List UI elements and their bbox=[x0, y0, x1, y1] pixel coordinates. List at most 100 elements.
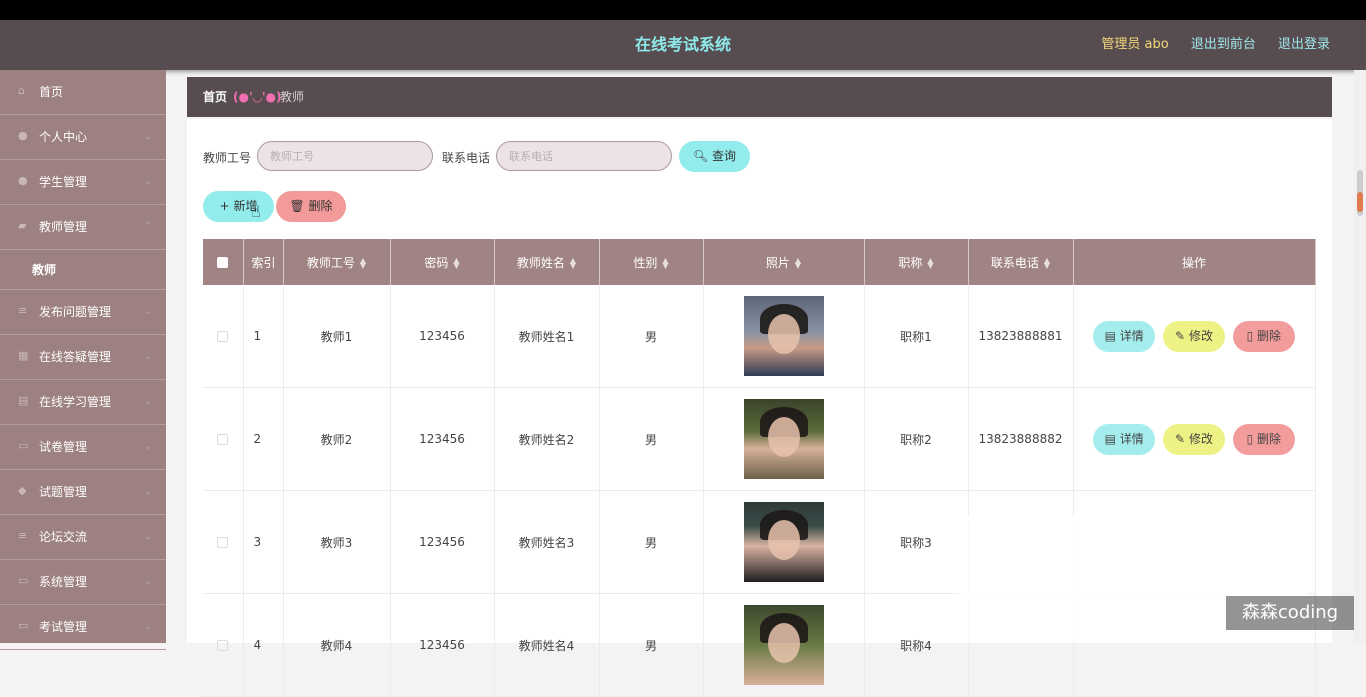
sort-icon[interactable]: ▲ ▼ bbox=[662, 257, 668, 270]
sidebar-item-learning[interactable]: ▤ 在线学习管理 ⌄ bbox=[0, 380, 166, 425]
table-header-row: 索引 教师工号 ▲ ▼ 密码 ▲ ▼ 教师姓名 ▲ ▼ 性别 ▲ ▼ 照片 ▲ ▼ 职称 ▲ ▼ 联系电… bbox=[203, 239, 1316, 285]
sidebar-item-qa[interactable]: ▦ 在线答疑管理 ⌄ bbox=[0, 335, 166, 380]
breadcrumb-home[interactable]: 首页 bbox=[203, 77, 227, 117]
row-checkbox[interactable] bbox=[203, 285, 244, 388]
doc-icon: ▭ bbox=[18, 439, 29, 452]
sort-icon[interactable]: ▲ ▼ bbox=[795, 257, 801, 270]
page-scrollbar[interactable] bbox=[1354, 70, 1366, 643]
sidebar-item-system[interactable]: ▭ 系统管理 ⌄ bbox=[0, 560, 166, 605]
col-teacher-id[interactable]: 教师工号 ▲ ▼ bbox=[283, 239, 391, 285]
sidebar-item-items[interactable]: ◆ 试题管理 ⌄ bbox=[0, 470, 166, 515]
sidebar-item-papers[interactable]: ▭ 试卷管理 ⌄ bbox=[0, 425, 166, 470]
chevron-down-icon: ⌄ bbox=[143, 576, 152, 587]
teacher-id-input[interactable] bbox=[257, 141, 433, 171]
sidebar-item-home[interactable]: ⌂ 首页 bbox=[0, 70, 166, 115]
sidebar-item-teachers[interactable]: ▰ 教师管理 ⌃ bbox=[0, 205, 166, 250]
chevron-down-icon: ⌄ bbox=[143, 441, 152, 452]
delete-button[interactable]: ▯ 删除 bbox=[1232, 423, 1295, 455]
teacher-photo[interactable] bbox=[743, 296, 824, 376]
edit-button[interactable]: ✎ 修改 bbox=[1163, 423, 1225, 455]
tag-icon: ◆ bbox=[18, 484, 27, 497]
chevron-up-icon: ⌃ bbox=[143, 221, 152, 232]
phone-input[interactable] bbox=[496, 141, 672, 171]
list-icon: ≡ bbox=[18, 304, 28, 317]
top-black-strip bbox=[0, 0, 1366, 20]
document-icon: ▤ bbox=[1104, 328, 1116, 343]
breadcrumb-current: 教师 bbox=[280, 90, 305, 104]
teacher-photo[interactable] bbox=[743, 399, 824, 479]
plus-icon: + bbox=[219, 199, 230, 213]
chevron-down-icon: ⌄ bbox=[143, 306, 152, 317]
batch-delete-button[interactable]: 🗑︎ 删除 bbox=[276, 191, 346, 222]
sort-icon[interactable]: ▲ ▼ bbox=[570, 257, 576, 270]
user-icon: ● bbox=[18, 174, 28, 187]
select-all-checkbox[interactable] bbox=[203, 239, 244, 285]
col-index: 索引 bbox=[243, 239, 284, 285]
sidebar: ⌂ 首页 ● 个人中心 ⌄ ● 学生管理 ⌄ ▰ 教师管理 ⌃ 教师 ≡ 发布问… bbox=[0, 70, 166, 650]
row-checkbox[interactable] bbox=[203, 490, 244, 594]
scrollbar-thumb-accent bbox=[1357, 192, 1363, 212]
query-button[interactable]: 🔍︎ 查询 bbox=[679, 141, 750, 172]
breadcrumb-emoticon: (●'◡'●) bbox=[233, 90, 282, 104]
col-title[interactable]: 职称 ▲ ▼ bbox=[864, 239, 969, 285]
watermark: 森森coding bbox=[1226, 596, 1354, 630]
chevron-down-icon: ⌄ bbox=[143, 486, 152, 497]
search-icon: 🔍︎ bbox=[692, 149, 709, 163]
col-photo[interactable]: 照片 ▲ ▼ bbox=[703, 239, 865, 285]
add-button[interactable]: + 新增 bbox=[203, 191, 274, 222]
sort-icon[interactable]: ▲ ▼ bbox=[1044, 257, 1050, 270]
col-password[interactable]: 密码 ▲ ▼ bbox=[390, 239, 495, 285]
row-checkbox[interactable] bbox=[203, 593, 244, 697]
teacher-photo[interactable] bbox=[743, 605, 824, 685]
sidebar-subitem-teacher[interactable]: 教师 bbox=[0, 250, 166, 290]
row-checkbox[interactable] bbox=[203, 387, 244, 491]
col-actions: 操作 bbox=[1073, 239, 1316, 285]
trash-icon: ▯ bbox=[1246, 328, 1254, 343]
col-teacher-name[interactable]: 教师姓名 ▲ ▼ bbox=[494, 239, 600, 285]
app-header: 在线考试系统 管理员 abo 退出到前台 退出登录 bbox=[0, 20, 1366, 70]
briefcase-icon: ▰ bbox=[18, 219, 27, 232]
user-icon: ● bbox=[18, 129, 28, 142]
detail-button[interactable]: ▤ 详情 bbox=[1093, 423, 1156, 455]
back-to-front-link[interactable]: 退出到前台 bbox=[1191, 37, 1256, 52]
mouse-cursor-icon: ☝ bbox=[251, 202, 261, 221]
sidebar-item-forum[interactable]: ≡ 论坛交流 ⌄ bbox=[0, 515, 166, 560]
doc-icon: ▭ bbox=[18, 619, 29, 632]
sidebar-item-questions[interactable]: ≡ 发布问题管理 ⌄ bbox=[0, 290, 166, 335]
table-row: 1 教师1 123456 教师姓名1 男 职称1 13823888881 ▤ 详… bbox=[203, 285, 1316, 388]
teacher-photo[interactable] bbox=[743, 502, 824, 582]
list-icon: ≡ bbox=[18, 529, 28, 542]
admin-name: 管理员 abo bbox=[1101, 37, 1169, 52]
detail-button[interactable]: ▤ 详情 bbox=[1093, 320, 1156, 352]
logout-link[interactable]: 退出登录 bbox=[1278, 37, 1330, 52]
chevron-down-icon: ⌄ bbox=[143, 531, 152, 542]
sidebar-item-exams[interactable]: ▭ 考试管理 ⌄ bbox=[0, 605, 166, 650]
sort-icon[interactable]: ▲ ▼ bbox=[360, 257, 366, 270]
home-icon: ⌂ bbox=[18, 84, 25, 97]
header-actions: 管理员 abo 退出到前台 退出登录 bbox=[1083, 20, 1330, 70]
col-gender[interactable]: 性别 ▲ ▼ bbox=[599, 239, 704, 285]
grid-icon: ▦ bbox=[18, 349, 29, 362]
edit-button[interactable]: ✎ 修改 bbox=[1163, 320, 1225, 352]
breadcrumb: 首页 (●'◡'●) 教师 bbox=[187, 77, 1332, 117]
document-icon: ▤ bbox=[1104, 431, 1116, 446]
pencil-icon: ✎ bbox=[1175, 431, 1186, 446]
table-row: 2 教师2 123456 教师姓名2 男 职称2 13823888882 ▤ 详… bbox=[203, 387, 1316, 491]
sort-icon[interactable]: ▲ ▼ bbox=[927, 257, 933, 270]
chevron-down-icon: ⌄ bbox=[143, 131, 152, 142]
phone-label: 联系电话 bbox=[442, 151, 491, 165]
sort-icon[interactable]: ▲ ▼ bbox=[453, 257, 459, 270]
doc-icon: ▭ bbox=[18, 574, 29, 587]
sidebar-item-students[interactable]: ● 学生管理 ⌄ bbox=[0, 160, 166, 205]
chevron-down-icon: ⌄ bbox=[143, 351, 152, 362]
col-phone[interactable]: 联系电话 ▲ ▼ bbox=[968, 239, 1074, 285]
trash-icon: ▯ bbox=[1246, 431, 1254, 446]
chevron-down-icon: ⌄ bbox=[143, 621, 152, 632]
teacher-id-label: 教师工号 bbox=[203, 151, 252, 165]
delete-button[interactable]: ▯ 删除 bbox=[1232, 320, 1295, 352]
book-icon: ▤ bbox=[18, 394, 29, 407]
trash-icon: 🗑︎ bbox=[289, 199, 305, 213]
sidebar-item-profile[interactable]: ● 个人中心 ⌄ bbox=[0, 115, 166, 160]
pencil-icon: ✎ bbox=[1175, 328, 1186, 343]
chevron-down-icon: ⌄ bbox=[143, 176, 152, 187]
